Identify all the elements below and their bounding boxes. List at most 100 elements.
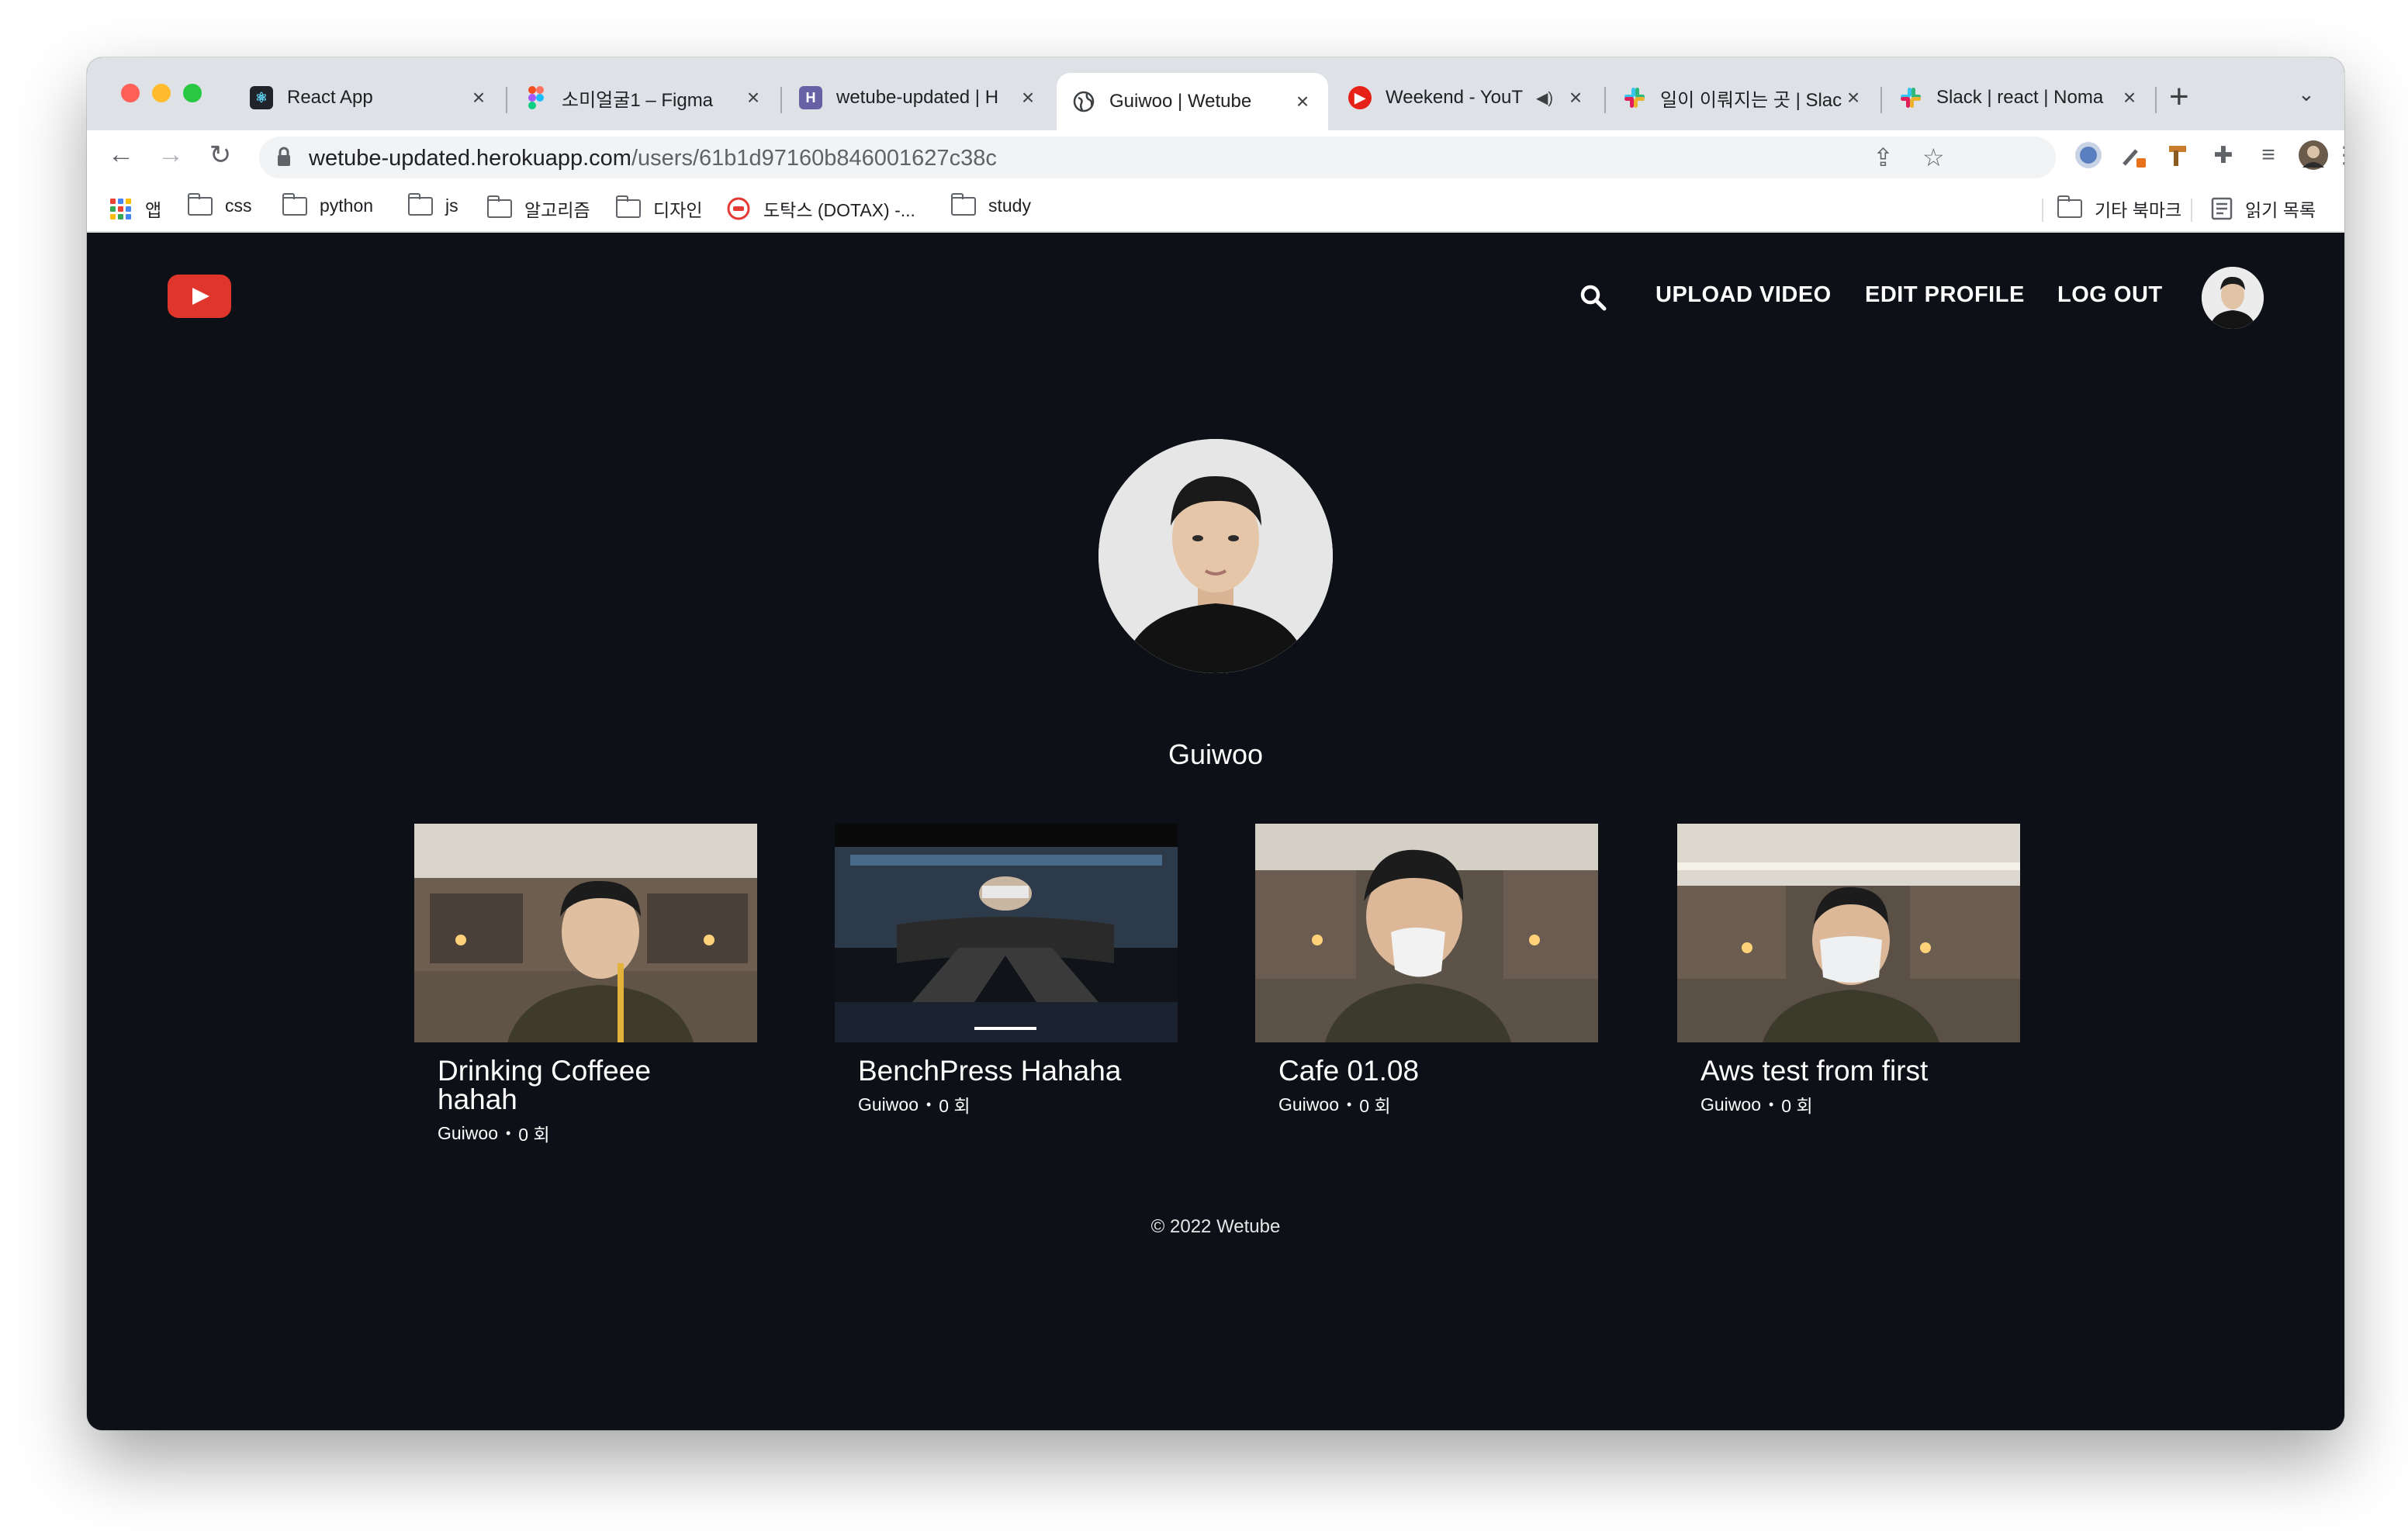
logout-link[interactable]: LOG OUT <box>2057 282 2163 308</box>
video-title[interactable]: Cafe 01.08 <box>1255 1056 1598 1085</box>
bookmark-separator <box>2191 199 2192 222</box>
minimize-window-button[interactable] <box>152 84 171 102</box>
address-bar[interactable]: wetube-updated.herokuapp.com/users/61b1d… <box>259 137 2056 178</box>
bookmark-python[interactable]: python <box>282 192 374 216</box>
folder-icon <box>282 192 307 216</box>
speaker-icon[interactable]: ◀) <box>1536 88 1553 108</box>
video-views: 0 회 <box>939 1096 970 1116</box>
video-title[interactable]: BenchPress Hahaha <box>835 1056 1178 1085</box>
bookmark-dotax[interactable]: 도탁스 (DOTAX) -... <box>726 195 915 222</box>
profile-username: Guiwoo <box>1168 738 1264 770</box>
forward-arrow-icon[interactable]: → <box>154 140 188 170</box>
video-owner[interactable]: Guiwoo <box>438 1123 498 1144</box>
bookmark-label: python <box>320 195 374 216</box>
video-meta: Guiwoo • 0 회 <box>414 1120 757 1146</box>
bookmark-label: 알고리즘 <box>524 200 590 220</box>
video-thumbnail[interactable] <box>414 824 757 1042</box>
eyedropper-extension-icon[interactable] <box>2118 140 2149 171</box>
video-owner[interactable]: Guiwoo <box>1700 1094 1761 1115</box>
tab-title: Weekend - YouT <box>1386 87 1524 108</box>
tab-figma[interactable]: 소미얼굴1 – Figma × <box>509 73 779 123</box>
bookmarks-bar: 앱 css python js 알고리즘 디자인 도탁스 (DOTAX) -..… <box>87 185 2344 233</box>
close-icon[interactable]: × <box>1292 89 1313 114</box>
video-title[interactable]: Aws test from first <box>1677 1056 2020 1085</box>
globe-icon <box>1072 90 1095 113</box>
bookmark-label: 읽기 목록 <box>2245 200 2316 220</box>
tab-slack-1[interactable]: 일이 이뤄지는 곳 | Slac × <box>1607 73 1879 123</box>
bookmark-other[interactable]: 기타 북마크 <box>2057 195 2181 222</box>
meta-separator: • <box>1346 1096 1352 1112</box>
media-control-icon[interactable]: ≡ <box>2253 140 2284 171</box>
bookmark-study[interactable]: study <box>951 192 1031 216</box>
folder-icon <box>188 192 213 216</box>
youtube-music-icon: ▶ <box>1348 86 1372 109</box>
hammer-extension-icon[interactable] <box>2163 140 2194 171</box>
close-icon[interactable]: × <box>743 85 763 110</box>
video-card[interactable]: Cafe 01.08 Guiwoo • 0 회 <box>1255 824 1598 1118</box>
slack-icon <box>1899 86 1922 109</box>
tab-heroku[interactable]: H wetube-updated | H × <box>784 73 1054 123</box>
puzzle-extensions-icon[interactable]: ✚ <box>2208 140 2239 171</box>
video-owner[interactable]: Guiwoo <box>858 1094 919 1115</box>
tab-youtube[interactable]: ▶ Weekend - YouT ◀) × <box>1333 73 1601 123</box>
url-text[interactable]: wetube-updated.herokuapp.com/users/61b1d… <box>309 146 997 171</box>
video-thumbnail[interactable] <box>835 824 1178 1042</box>
meta-separator: • <box>505 1125 511 1141</box>
tab-search-chevron-icon[interactable]: ⌄ <box>2298 82 2315 106</box>
tab-title: wetube-updated | H <box>836 87 999 108</box>
close-icon[interactable]: × <box>2119 85 2140 110</box>
close-icon[interactable]: × <box>1018 85 1038 110</box>
reload-icon[interactable]: ↻ <box>203 140 237 171</box>
tab-wetube[interactable]: Guiwoo | Wetube × <box>1057 73 1328 130</box>
bookmark-js[interactable]: js <box>408 192 458 216</box>
url-host: wetube-updated.herokuapp.com <box>309 146 631 171</box>
tab-slack-2[interactable]: Slack | react | Noma × <box>1884 73 2155 123</box>
folder-icon <box>2057 195 2082 218</box>
video-card[interactable]: Aws test from first Guiwoo • 0 회 <box>1677 824 2020 1118</box>
video-owner[interactable]: Guiwoo <box>1278 1094 1339 1115</box>
video-views: 0 회 <box>518 1125 550 1145</box>
tab-title: 소미얼굴1 – Figma <box>562 89 714 111</box>
header-avatar[interactable] <box>2202 267 2264 329</box>
react-icon: ⚛ <box>250 86 273 109</box>
bookmark-label: css <box>225 195 252 216</box>
bookmark-algorithm[interactable]: 알고리즘 <box>487 195 590 222</box>
video-card[interactable]: BenchPress Hahaha Guiwoo • 0 회 <box>835 824 1178 1118</box>
video-card[interactable]: Drinking Coffeee hahah Guiwoo • 0 회 <box>414 824 757 1146</box>
search-icon[interactable] <box>1579 284 1607 312</box>
new-tab-button[interactable]: + <box>2169 78 2189 116</box>
youtube-logo-icon[interactable] <box>168 275 231 318</box>
tab-react-app[interactable]: ⚛ React App × <box>234 73 504 123</box>
bookmark-star-icon[interactable]: ☆ <box>1922 143 1945 172</box>
bookmark-design[interactable]: 디자인 <box>616 195 702 222</box>
maximize-window-button[interactable] <box>183 84 202 102</box>
video-meta: Guiwoo • 0 회 <box>1677 1091 2020 1118</box>
bookmark-label: 기타 북마크 <box>2095 200 2182 220</box>
close-window-button[interactable] <box>121 84 140 102</box>
close-icon[interactable]: × <box>469 85 489 110</box>
bookmark-reading-list[interactable]: 읽기 목록 <box>2209 195 2316 222</box>
close-icon[interactable]: × <box>1566 85 1586 110</box>
share-icon[interactable]: ⇪ <box>1873 143 1894 172</box>
bookmark-apps[interactable]: 앱 <box>110 195 161 222</box>
video-thumbnail[interactable] <box>1677 824 2020 1042</box>
video-title[interactable]: Drinking Coffeee hahah <box>414 1056 757 1114</box>
video-meta: Guiwoo • 0 회 <box>1255 1091 1598 1118</box>
dotax-icon <box>727 197 750 220</box>
extension-badge-icon[interactable] <box>2073 140 2104 171</box>
profile-avatar-icon[interactable] <box>2298 140 2329 171</box>
reading-list-icon <box>2211 197 2233 220</box>
figma-icon <box>524 86 548 109</box>
bookmark-separator <box>2042 199 2043 222</box>
back-arrow-icon[interactable]: ← <box>104 140 138 170</box>
edit-profile-link[interactable]: EDIT PROFILE <box>1865 282 2025 308</box>
bookmark-css[interactable]: css <box>188 192 252 216</box>
close-icon[interactable]: × <box>1843 85 1863 110</box>
tab-strip: ⚛ React App × 소미얼굴1 – Figma × H wetube-u… <box>87 57 2344 130</box>
video-views: 0 회 <box>1781 1096 1813 1116</box>
tab-separator <box>2155 87 2157 113</box>
upload-video-link[interactable]: UPLOAD VIDEO <box>1656 282 1832 308</box>
video-thumbnail[interactable] <box>1255 824 1598 1042</box>
lock-icon <box>278 147 290 166</box>
kebab-menu-icon[interactable]: ⋮ <box>2333 140 2344 171</box>
